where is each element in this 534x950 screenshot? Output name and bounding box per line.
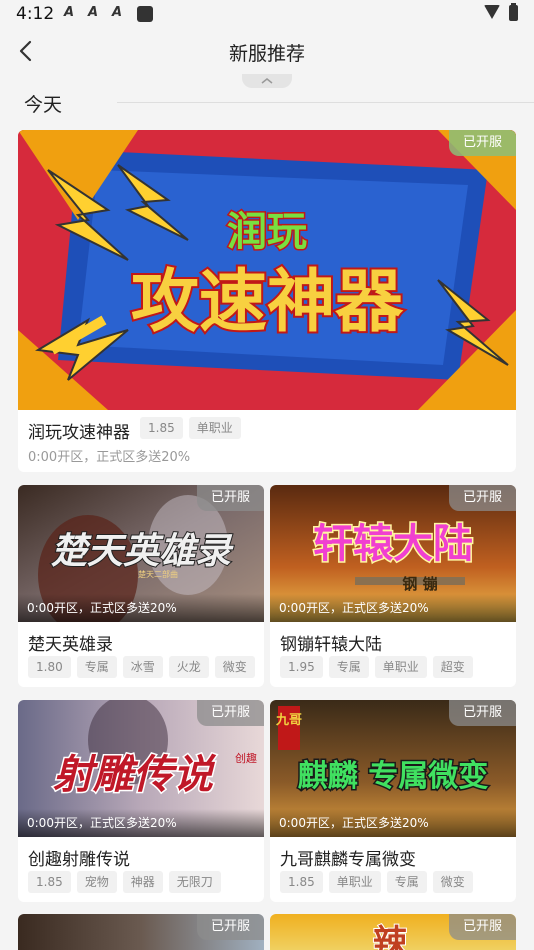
game-name: 创趣射雕传说 (28, 850, 130, 870)
notification-square-icon (137, 6, 153, 22)
tag-list: 1.85 宠物 神器 无限刀 (28, 871, 221, 893)
game-card[interactable]: 辣 已开服 (270, 914, 516, 950)
tag: 1.85 (280, 871, 323, 893)
tag-list: 1.85 单职业 (140, 417, 241, 439)
banner-art-text: 辣 (373, 923, 408, 950)
game-name: 楚天英雄录 (28, 635, 113, 655)
banner-art-text: 楚天英雄录 (51, 530, 234, 572)
page-title: 新服推荐 (228, 43, 305, 65)
notification-a-icon: A (64, 5, 75, 20)
game-card[interactable]: 射雕传说 创趣 已开服 0:00开区，正式区多送20% 创趣射雕传说 1.85 … (18, 700, 264, 902)
tag: 微变 (214, 656, 255, 678)
tag: 专属 (328, 656, 369, 678)
wifi-icon (484, 5, 500, 19)
open-note: 0:00开区，正式区多送20% (270, 594, 516, 622)
open-note: 0:00开区，正式区多送20% (18, 809, 264, 837)
chevron-up-icon (261, 78, 273, 84)
banner-art-text: 轩辕大陆 (313, 520, 473, 567)
tag: 无限刀 (168, 871, 221, 893)
open-status-badge: 已开服 (196, 485, 264, 511)
open-status-badge: 已开服 (448, 485, 516, 511)
banner-art-text: 射雕传说 (53, 751, 217, 798)
game-banner[interactable]: 九哥 麒麟 专属微变 已开服 0:00开区，正式区多送20% (270, 700, 516, 837)
game-banner[interactable]: 射雕传说 创趣 已开服 0:00开区，正式区多送20% (18, 700, 264, 837)
tag: 1.85 (140, 417, 183, 439)
tag: 单职业 (188, 417, 241, 439)
game-name: 九哥麒麟专属微变 (280, 850, 416, 870)
tag-list: 1.80 专属 冰雪 火龙 微变 (28, 656, 255, 678)
tag: 宠物 (76, 871, 117, 893)
notification-a-icon: A (112, 5, 123, 20)
section-title-today: 今天 (24, 94, 63, 116)
featured-game-card[interactable]: 润玩 攻速神器 已开服 润玩攻速神器 1.85 单职业 0:00开区，正式区多送… (18, 130, 516, 472)
battery-icon (509, 3, 518, 21)
featured-game-banner[interactable]: 润玩 攻速神器 已开服 (18, 130, 516, 410)
game-banner[interactable]: 轩辕大陆 钢 镚 已开服 0:00开区，正式区多送20% (270, 485, 516, 622)
open-note: 0:00开区，正式区多送20% (28, 450, 191, 465)
featured-banner-line2: 攻速神器 (131, 263, 404, 342)
game-card[interactable]: 九哥 麒麟 专属微变 已开服 0:00开区，正式区多送20% 九哥麒麟专属微变 … (270, 700, 516, 902)
banner-art-sub: 九哥 (275, 712, 302, 728)
game-name: 钢镚轩辕大陆 (280, 635, 382, 655)
open-status-badge: 已开服 (448, 130, 516, 156)
tag: 神器 (122, 871, 163, 893)
open-status-badge: 已开服 (196, 914, 264, 940)
game-card[interactable]: 轩辕大陆 钢 镚 已开服 0:00开区，正式区多送20% 钢镚轩辕大陆 1.95… (270, 485, 516, 687)
open-note: 0:00开区，正式区多送20% (18, 594, 264, 622)
tag: 1.85 (28, 871, 71, 893)
tag-list: 1.85 单职业 专属 微变 (280, 871, 473, 893)
tag: 单职业 (374, 656, 427, 678)
game-card[interactable]: 已开服 (18, 914, 264, 950)
open-note: 0:00开区，正式区多送20% (270, 809, 516, 837)
tag: 超变 (432, 656, 473, 678)
open-status-badge: 已开服 (196, 700, 264, 726)
section-divider (117, 102, 534, 103)
open-status-badge: 已开服 (448, 914, 516, 940)
game-banner[interactable]: 辣 已开服 (270, 914, 516, 950)
game-name: 润玩攻速神器 (28, 423, 130, 443)
tag-list: 1.95 专属 单职业 超变 (280, 656, 473, 678)
featured-banner-line1: 润玩 (227, 209, 307, 255)
tag: 1.95 (280, 656, 323, 678)
banner-art-text: 麒麟 专属微变 (298, 759, 488, 794)
banner-art-sub: 钢 镚 (402, 575, 437, 593)
game-banner[interactable]: 楚天英雄录 楚天二部曲 已开服 0:00开区，正式区多送20% (18, 485, 264, 622)
game-card[interactable]: 楚天英雄录 楚天二部曲 已开服 0:00开区，正式区多送20% 楚天英雄录 1.… (18, 485, 264, 687)
open-status-badge: 已开服 (448, 700, 516, 726)
banner-art-sub: 创趣 (235, 751, 257, 765)
banner-art-sub: 楚天二部曲 (138, 569, 178, 579)
tag: 专属 (76, 656, 117, 678)
notification-a-icon: A (88, 5, 99, 20)
tag: 单职业 (328, 871, 381, 893)
tag: 1.80 (28, 656, 71, 678)
tag: 微变 (432, 871, 473, 893)
game-banner[interactable]: 已开服 (18, 914, 264, 950)
title-bar: 新服推荐 (0, 28, 534, 74)
tag: 专属 (386, 871, 427, 893)
collapse-handle[interactable] (242, 74, 292, 88)
tag: 冰雪 (122, 656, 163, 678)
status-time: 4:12 (16, 4, 55, 24)
status-bar: 4:12 A A A (0, 0, 534, 28)
tag: 火龙 (168, 656, 209, 678)
